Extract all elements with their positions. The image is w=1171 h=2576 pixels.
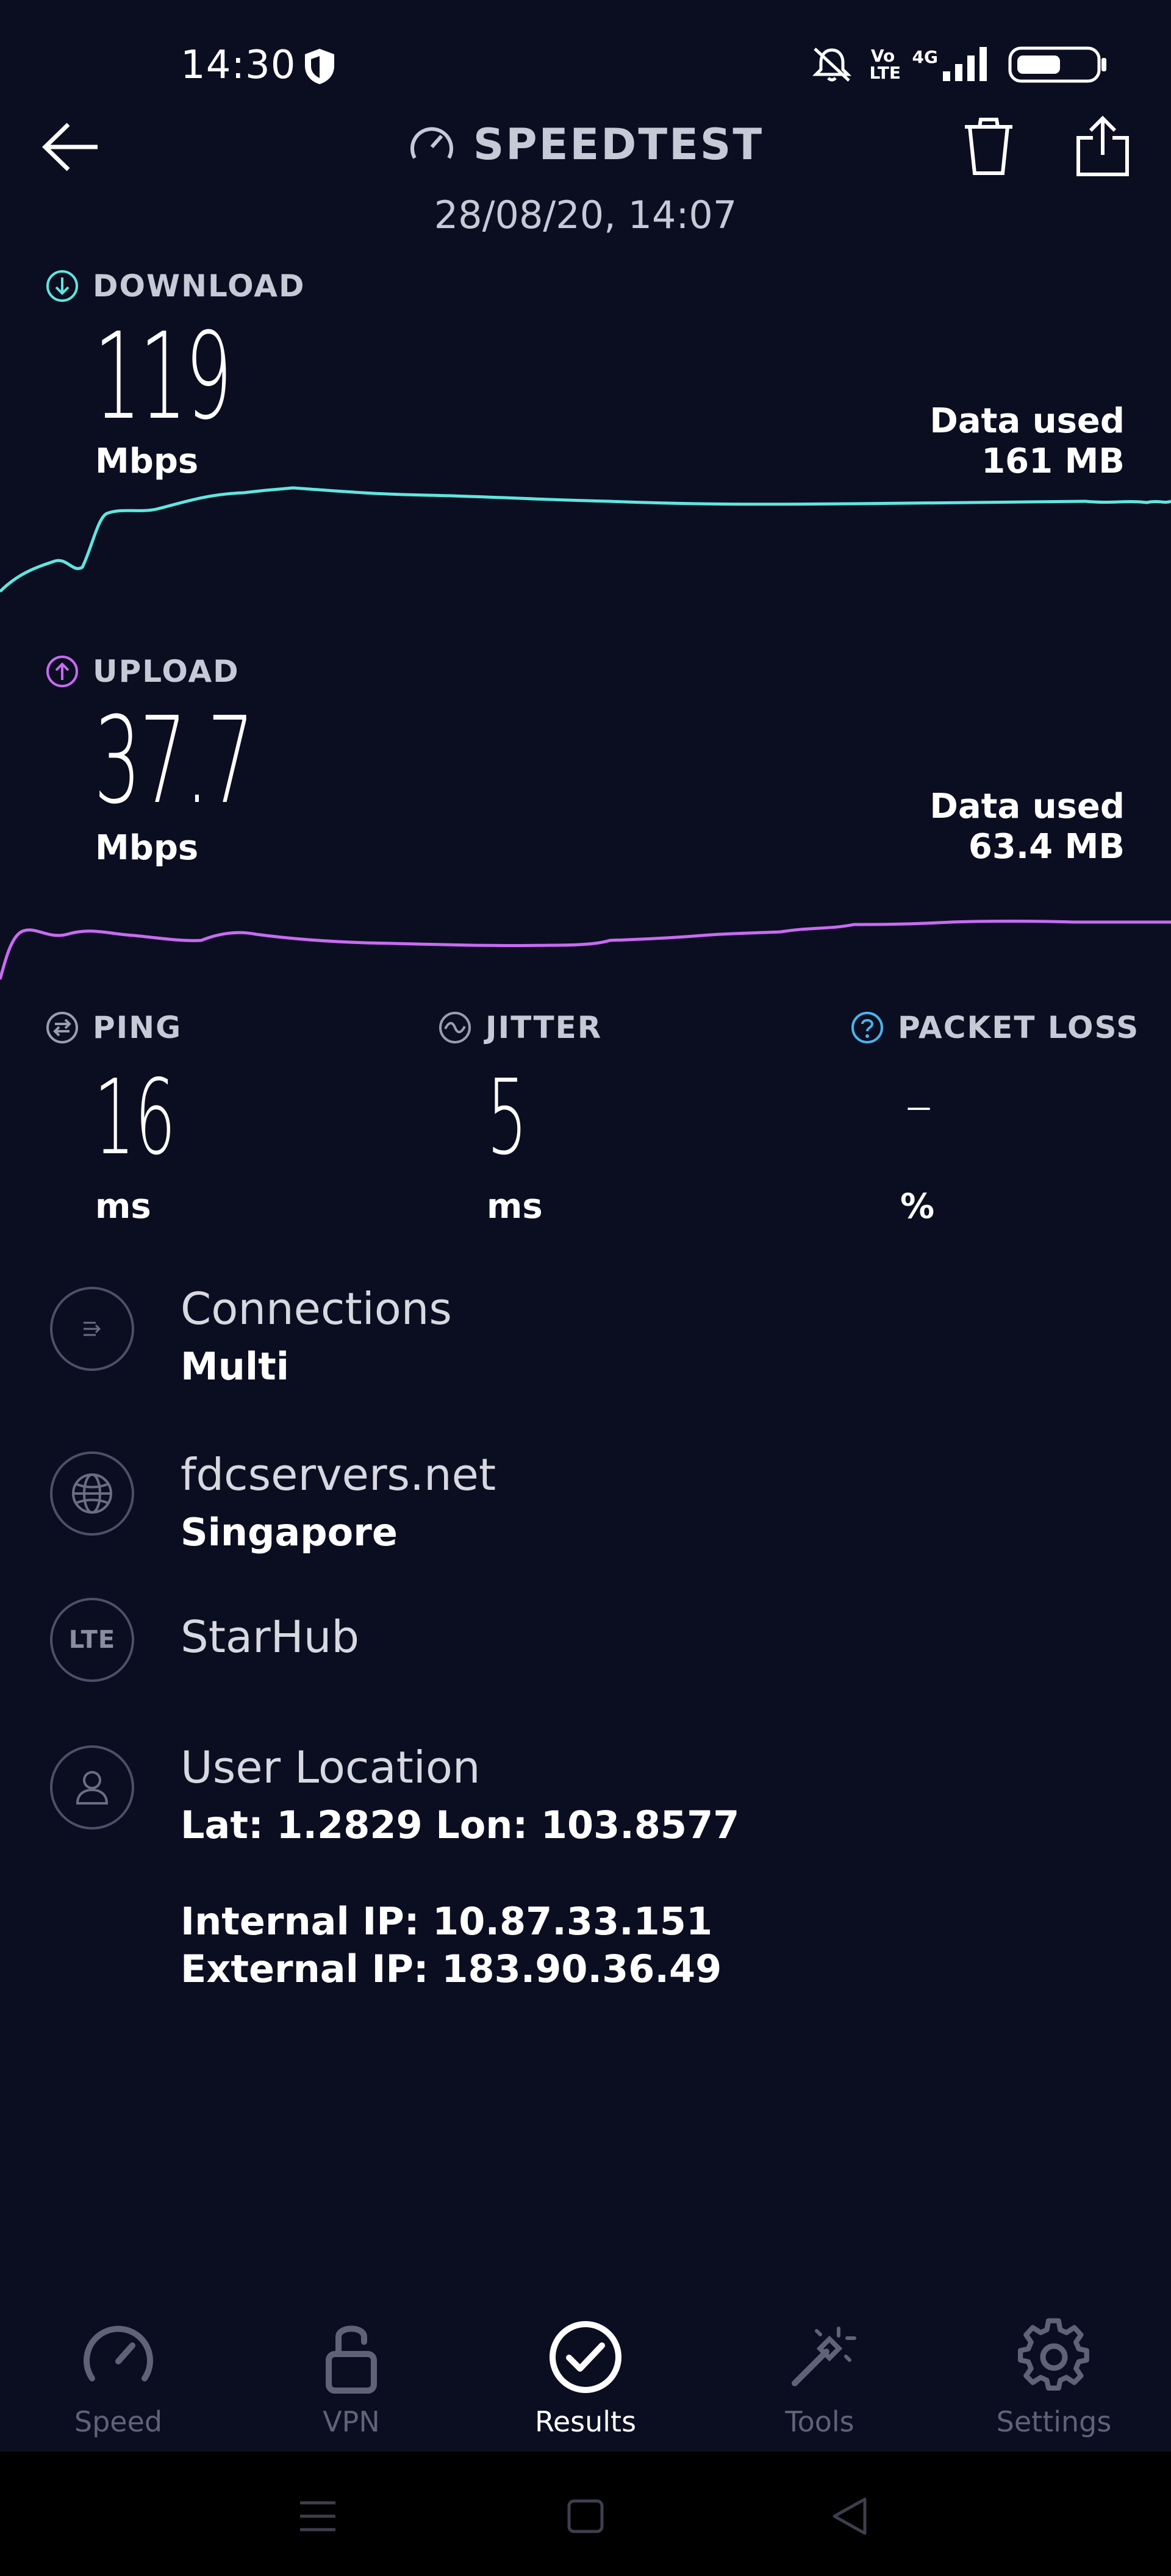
download-arrow-icon xyxy=(46,270,78,302)
back-triangle-icon[interactable] xyxy=(831,2496,868,2537)
mute-icon xyxy=(812,48,851,82)
server-badge xyxy=(50,1451,134,1536)
system-nav-bar xyxy=(0,2452,1171,2576)
app-title: SPEEDTEST xyxy=(473,120,764,170)
download-label-row: DOWNLOAD xyxy=(45,268,305,304)
nav-results[interactable]: Results xyxy=(494,2281,677,2438)
battery-icon xyxy=(1008,46,1106,83)
shield-icon xyxy=(305,49,334,84)
packet-loss-label-row: PACKET LOSS xyxy=(850,1010,1139,1045)
download-graph xyxy=(0,486,1171,593)
upload-label-row: UPLOAD xyxy=(45,654,240,689)
provider-name: StarHub xyxy=(181,1611,360,1662)
packet-loss-value: – xyxy=(905,1073,933,1137)
speedometer-icon xyxy=(410,127,453,159)
connections-icon xyxy=(84,1322,101,1336)
share-icon[interactable] xyxy=(1075,115,1131,178)
user-coordinates: Lat: 1.2829 Lon: 103.8577 xyxy=(181,1803,740,1847)
nav-speed[interactable]: Speed xyxy=(27,2281,210,2438)
upload-value: 37.7 xyxy=(94,692,254,831)
server-location: Singapore xyxy=(181,1510,398,1555)
globe-icon xyxy=(72,1473,112,1514)
nav-settings[interactable]: Settings xyxy=(962,2281,1145,2438)
upload-data-used: Data used 63.4 MB xyxy=(929,787,1125,867)
internal-ip: Internal IP: 10.87.33.151 xyxy=(181,1899,713,1944)
nav-tools[interactable]: Tools xyxy=(728,2281,911,2438)
menu-icon[interactable] xyxy=(298,2499,338,2533)
status-icons: Vo LTE 4G xyxy=(810,45,1110,84)
test-date: 28/08/20, 14:07 xyxy=(434,193,737,237)
trash-icon[interactable] xyxy=(961,116,1016,177)
magic-wand-icon xyxy=(792,2327,856,2386)
download-data-used: Data used 161 MB xyxy=(929,401,1125,481)
ping-unit: ms xyxy=(95,1187,151,1226)
ping-value: 16 xyxy=(94,1057,176,1178)
check-circle-icon xyxy=(550,2321,621,2393)
lte-badge: LTE xyxy=(50,1598,134,1682)
speed-gauge-icon xyxy=(84,2325,153,2381)
jitter-wave-icon xyxy=(439,1012,471,1043)
jitter-value: 5 xyxy=(487,1057,528,1178)
help-icon[interactable] xyxy=(850,1011,884,1045)
upload-graph xyxy=(0,920,1171,980)
jitter-label: JITTER xyxy=(485,1010,603,1045)
connections-badge xyxy=(50,1287,134,1371)
jitter-label-row: JITTER xyxy=(438,1010,602,1045)
user-icon xyxy=(76,1771,109,1805)
packet-loss-unit: % xyxy=(900,1187,935,1226)
volte-icon: Vo LTE xyxy=(869,46,901,83)
upload-unit: Mbps xyxy=(95,828,199,868)
4g-signal-icon: 4G xyxy=(912,47,992,82)
connections-title: Connections xyxy=(181,1283,452,1334)
download-label: DOWNLOAD xyxy=(93,268,306,304)
download-value: 119 xyxy=(94,307,232,446)
user-badge xyxy=(50,1745,134,1830)
user-location-title: User Location xyxy=(181,1742,481,1793)
nav-vpn[interactable]: VPN xyxy=(260,2281,443,2438)
packet-loss-label: PACKET LOSS xyxy=(898,1010,1140,1045)
unlock-icon xyxy=(326,2325,377,2394)
home-icon[interactable] xyxy=(566,2498,605,2535)
bottom-nav: Speed VPN Results Tools Settings xyxy=(0,2281,1171,2439)
status-time: 14:30 xyxy=(181,43,296,88)
jitter-unit: ms xyxy=(487,1187,543,1226)
server-title: fdcservers.net xyxy=(181,1449,496,1500)
ping-label-row: PING xyxy=(45,1010,182,1045)
ping-icon xyxy=(46,1012,78,1043)
upload-label: UPLOAD xyxy=(93,654,240,689)
ping-label: PING xyxy=(93,1010,182,1045)
external-ip: External IP: 183.90.36.49 xyxy=(181,1947,722,1991)
upload-arrow-icon xyxy=(46,656,78,687)
gear-icon xyxy=(1017,2318,1089,2391)
connections-value: Multi xyxy=(181,1344,289,1389)
lte-icon: LTE xyxy=(68,1626,116,1654)
